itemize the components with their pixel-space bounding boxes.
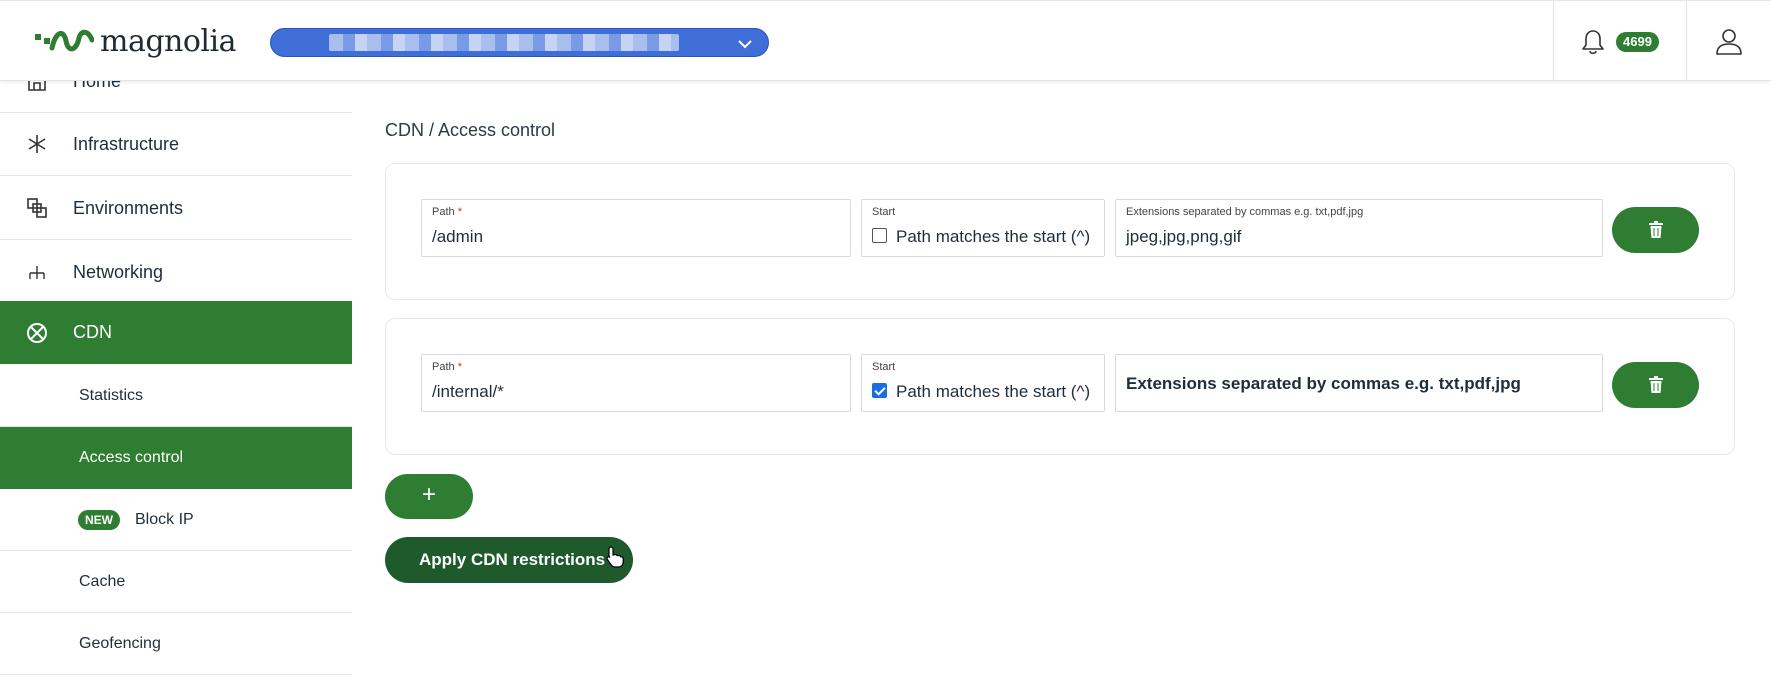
sidebar-subitem-cache[interactable]: Cache — [0, 551, 352, 613]
sidebar-item-label: Networking — [73, 261, 164, 282]
logo-text: magnolia — [100, 23, 237, 59]
path-field-label: Path — [432, 206, 455, 218]
path-field[interactable]: Path * /admin — [421, 199, 851, 257]
path-matches-start-checkbox[interactable] — [872, 228, 887, 243]
path-field-label: Path — [432, 361, 455, 373]
sidebar-item-environments[interactable]: Environments — [0, 177, 352, 240]
start-field-label: Start — [872, 206, 896, 218]
path-matches-start-checkbox[interactable] — [872, 383, 887, 398]
sidebar-subitem-statistics[interactable]: Statistics — [0, 365, 352, 427]
extensions-field-label: Extensions separated by commas e.g. txt,… — [1126, 206, 1364, 218]
access-rule-card: Path * /admin Start Path matches the sta… — [385, 163, 1735, 300]
trash-icon — [1649, 221, 1663, 238]
magnolia-logo[interactable]: magnolia — [34, 23, 237, 59]
checkbox-label: Path matches the start (^) — [896, 382, 1091, 401]
extensions-field[interactable]: Extensions separated by commas e.g. txt,… — [1115, 199, 1603, 257]
apply-cdn-restrictions-button[interactable]: Apply CDN restrictions — [385, 537, 633, 583]
path-value: /internal/* — [432, 382, 504, 401]
infrastructure-icon — [28, 135, 46, 153]
delete-rule-button[interactable] — [1612, 207, 1699, 253]
home-icon — [28, 81, 46, 91]
add-rule-button[interactable]: + — [385, 474, 473, 519]
path-field[interactable]: Path * /internal/* — [421, 354, 851, 412]
bell-icon — [1582, 30, 1604, 55]
magnolia-logo-mark-icon — [35, 29, 94, 52]
trash-icon — [1649, 376, 1663, 393]
sidebar-subitem-label: Geofencing — [79, 634, 161, 652]
delete-rule-button[interactable] — [1612, 362, 1699, 408]
sidebar-subitem-label: Block IP — [135, 510, 194, 528]
redacted-project-name — [329, 34, 679, 51]
access-rule-card: Path * /internal/* Start Path matches th… — [385, 318, 1735, 455]
sidebar-item-networking[interactable]: Networking — [0, 241, 352, 304]
sidebar-subitem-label: Access control — [79, 449, 184, 466]
top-bar: magnolia 4699 — [0, 0, 1771, 81]
cdn-icon — [27, 322, 47, 343]
sidebar-item-home[interactable]: Home — [0, 81, 352, 113]
start-field-label: Start — [872, 361, 896, 373]
path-value: /admin — [432, 227, 484, 246]
sidebar: Home Infrastructure Environments Network… — [0, 81, 352, 678]
sidebar-subitem-geofencing[interactable]: Geofencing — [0, 613, 352, 675]
sidebar-subitem-block-ip[interactable]: NEW Block IP — [0, 489, 352, 551]
sidebar-item-infrastructure[interactable]: Infrastructure — [0, 113, 352, 176]
start-field: Start Path matches the start (^) — [861, 199, 1105, 257]
new-badge: NEW — [78, 509, 120, 530]
notification-count-badge: 4699 — [1616, 32, 1659, 52]
user-account-icon[interactable] — [1714, 27, 1744, 57]
apply-button-label: Apply CDN restrictions — [419, 550, 606, 569]
start-field: Start Path matches the start (^) — [861, 354, 1105, 412]
extensions-placeholder: Extensions separated by commas e.g. txt,… — [1126, 374, 1521, 393]
networking-icon — [29, 266, 45, 279]
hand-cursor-icon — [606, 546, 624, 568]
notifications-button[interactable]: 4699 — [1553, 1, 1687, 81]
environments-icon — [27, 198, 47, 218]
plus-icon: + — [421, 481, 436, 508]
project-selector[interactable] — [270, 28, 769, 57]
sidebar-item-cdn[interactable]: CDN — [0, 301, 352, 364]
sidebar-item-label: Infrastructure — [73, 133, 180, 154]
sidebar-subitem-access-control[interactable]: Access control — [0, 427, 352, 489]
breadcrumb: CDN / Access control — [385, 120, 556, 140]
sidebar-item-label: Home — [73, 81, 121, 92]
chevron-down-icon — [738, 40, 752, 49]
sidebar-subitem-label: Cache — [79, 572, 126, 590]
sidebar-item-label: Environments — [73, 197, 184, 218]
extensions-value: jpeg,jpg,png,gif — [1126, 227, 1242, 246]
sidebar-subitem-label: Statistics — [79, 386, 144, 404]
extensions-field[interactable]: Extensions separated by commas e.g. txt,… — [1115, 354, 1603, 412]
sidebar-item-label: CDN — [73, 322, 112, 342]
checkbox-label: Path matches the start (^) — [896, 227, 1091, 246]
